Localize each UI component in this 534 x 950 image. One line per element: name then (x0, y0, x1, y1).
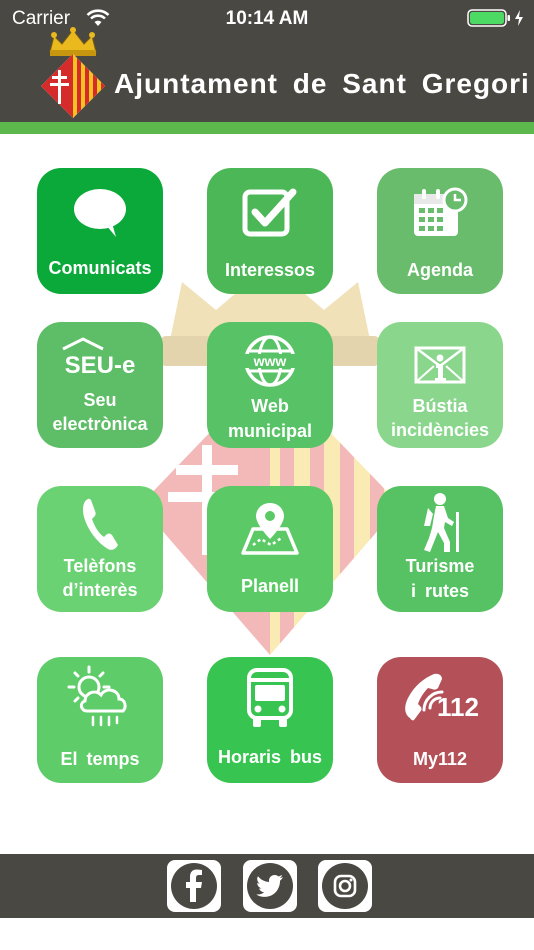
footer-bar (0, 854, 534, 918)
tile-telefons-interes[interactable]: Telèfons d’interès (37, 486, 163, 612)
seu-e-label: SEU-e (65, 352, 136, 379)
charging-icon (515, 10, 523, 26)
emergency-phone-icon: 112 (377, 667, 503, 729)
tile-label-line1: Telèfons (63, 556, 137, 576)
tile-comunicats[interactable]: Comunicats (37, 168, 163, 294)
tile-horaris-bus[interactable]: Horaris bus (207, 657, 333, 783)
bus-icon (207, 667, 333, 729)
emergency-number-label: 112 (437, 692, 479, 722)
instagram-button[interactable] (318, 860, 372, 912)
speech-bubble-icon (37, 182, 163, 244)
tile-el-temps[interactable]: El temps (37, 657, 163, 783)
page-title: Ajuntament de Sant Gregori (114, 68, 530, 99)
facebook-button[interactable] (167, 860, 221, 912)
tile-label-line2: municipal (227, 421, 312, 441)
tile-bustia-incidencies[interactable]: Bústia incidències (377, 322, 503, 448)
checkbox-icon (207, 182, 333, 244)
coat-of-arms-icon (41, 27, 105, 118)
tile-interessos[interactable]: Interessos (207, 168, 333, 294)
tile-web-municipal[interactable]: www Web municipal (207, 322, 333, 448)
globe-www-icon: www (207, 330, 333, 392)
battery-icon (467, 9, 510, 27)
tile-turisme-rutes[interactable]: Turisme i rutes (377, 486, 503, 612)
tile-label: Planell (240, 576, 300, 596)
header-accent-stripe (0, 122, 534, 134)
tile-label: El temps (60, 749, 140, 769)
www-label: www (253, 353, 287, 369)
twitter-button[interactable] (243, 860, 297, 912)
map-pin-icon (207, 498, 333, 560)
mail-info-icon (377, 334, 503, 396)
tile-label-line2: d’interès (62, 580, 138, 600)
app-header: Carrier 10:14 AM Ajuntament de Sant Greg… (0, 0, 534, 122)
seu-e-icon: SEU-e (37, 330, 163, 386)
tile-label-line1: Seu (83, 390, 117, 410)
tile-label-line2: i rutes (410, 581, 470, 601)
tile-label-line1: Turisme (405, 556, 475, 576)
tile-label: Horaris bus (217, 747, 323, 767)
tile-label: Interessos (224, 260, 316, 280)
tile-my112[interactable]: 112 My112 (377, 657, 503, 783)
tile-label-line2: incidències (390, 420, 490, 440)
tile-label: Comunicats (48, 258, 152, 278)
tile-agenda[interactable]: Agenda (377, 168, 503, 294)
tile-label-line1: Web (251, 396, 289, 416)
twitter-icon (247, 863, 293, 909)
phone-icon (37, 492, 163, 554)
tile-label: Agenda (406, 260, 473, 280)
instagram-icon (322, 863, 368, 909)
facebook-icon (171, 863, 217, 909)
tile-label-line1: Bústia (412, 396, 468, 416)
hiker-icon (377, 492, 503, 554)
tile-label-line2: electrònica (52, 414, 148, 434)
calendar-clock-icon (377, 182, 503, 244)
weather-icon (37, 665, 163, 727)
tile-seu-electronica[interactable]: SEU-e Seu electrònica (37, 322, 163, 448)
tile-label: My112 (412, 749, 468, 769)
tile-planell[interactable]: Planell (207, 486, 333, 612)
